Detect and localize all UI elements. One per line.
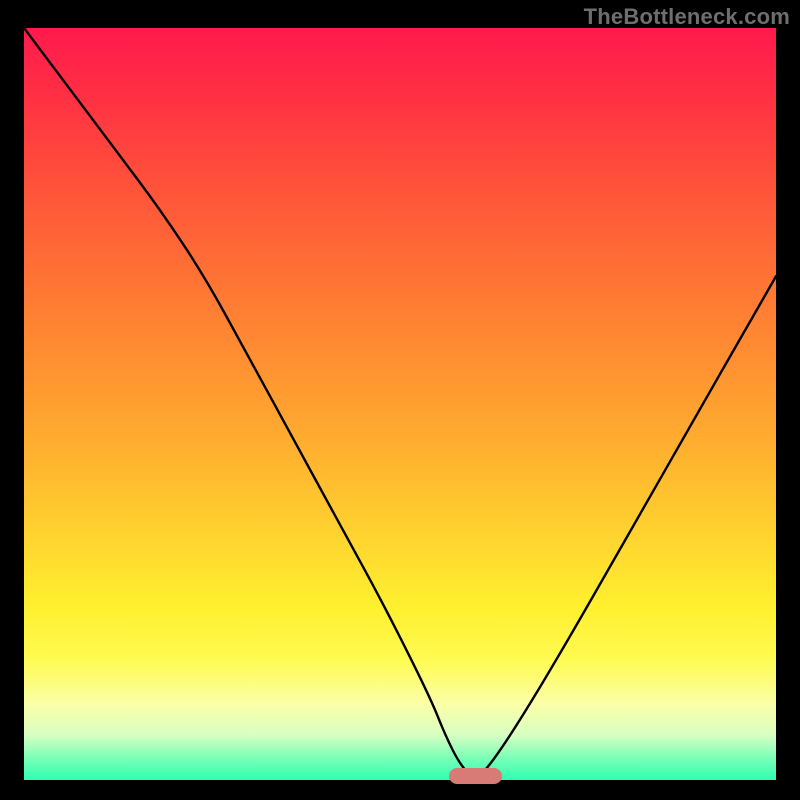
bottleneck-curve [24,28,776,780]
watermark-text: TheBottleneck.com [584,4,790,30]
optimal-marker [449,768,502,784]
chart-stage: TheBottleneck.com [0,0,800,800]
plot-area [24,28,776,780]
